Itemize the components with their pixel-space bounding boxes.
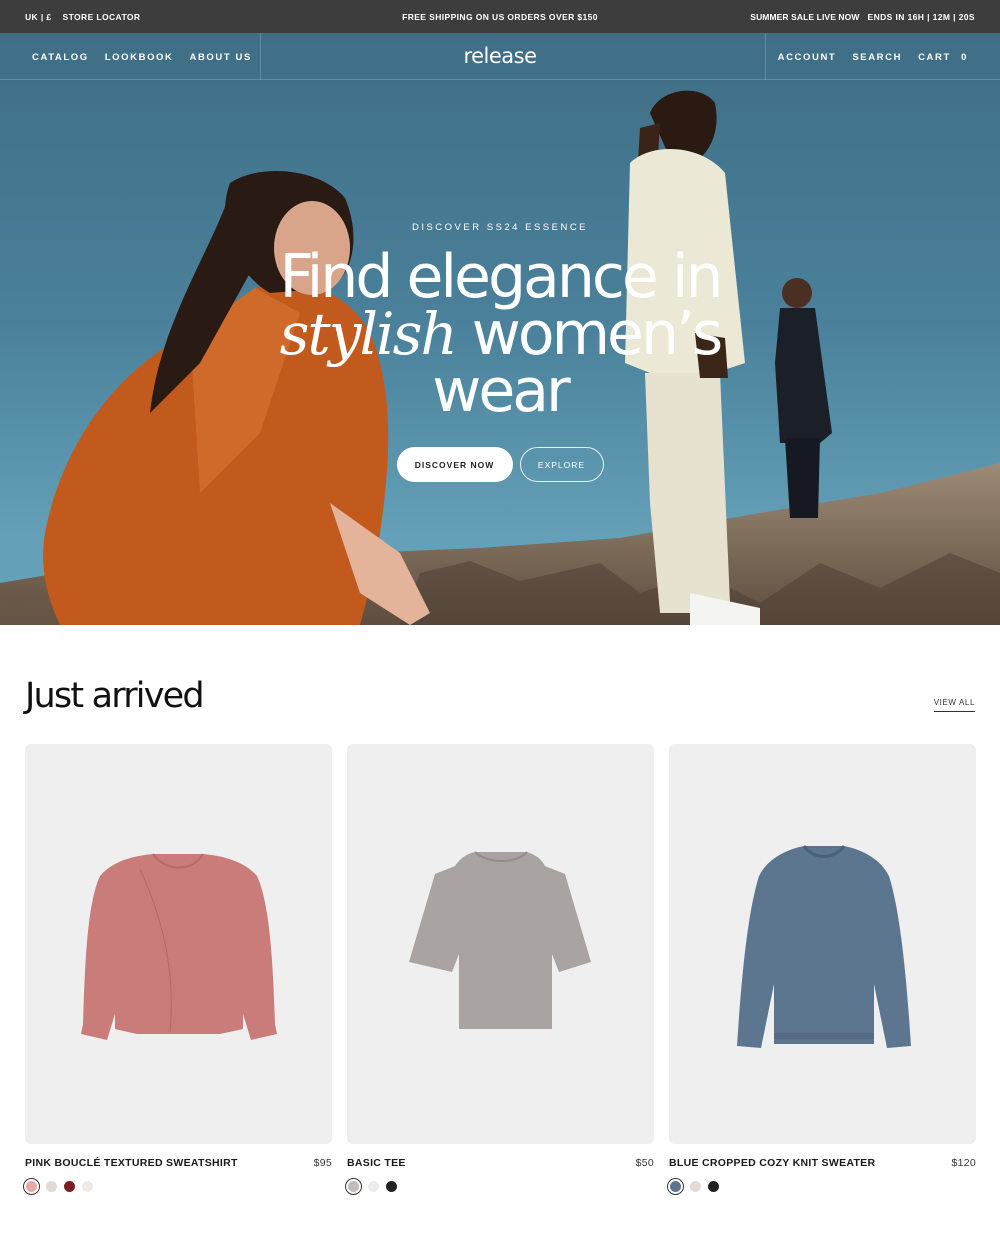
announcement-bar: UK | £ STORE LOCATOR FREE SHIPPING ON US… [0,0,1000,33]
color-swatch[interactable] [64,1181,75,1192]
headline-line-3: wear [432,356,570,426]
product-name[interactable]: BLUE CROPPED COZY KNIT SWEATER [669,1157,875,1169]
color-swatch[interactable] [348,1181,359,1192]
product-card[interactable]: BASIC TEE $50 [347,744,654,1192]
product-card[interactable]: BLUE CROPPED COZY KNIT SWEATER $120 [669,744,976,1192]
cart-label: CART [918,52,951,63]
cart-count: 0 [961,52,968,63]
nav-cart[interactable]: CART 0 [918,52,968,63]
grey-tee-icon [409,851,591,1029]
color-swatch[interactable] [670,1181,681,1192]
product-image[interactable] [25,744,332,1144]
blue-sweater-icon [737,845,911,1048]
color-swatch[interactable] [690,1181,701,1192]
hero-eyebrow: DISCOVER SS24 ESSENCE [411,222,589,233]
main-header: CATALOG LOOKBOOK ABOUT US release ACCOUN… [0,33,1000,80]
product-image[interactable] [669,744,976,1144]
color-swatch[interactable] [708,1181,719,1192]
color-swatch[interactable] [26,1181,37,1192]
pink-sweatshirt-icon [81,853,277,1040]
discover-now-button[interactable]: DISCOVER NOW [396,447,513,482]
explore-button[interactable]: EXPLORE [519,447,604,482]
color-swatch[interactable] [368,1181,379,1192]
view-all-link[interactable]: VIEW ALL [933,698,975,712]
product-price: $120 [951,1157,976,1169]
product-name[interactable]: PINK BOUCLÉ TEXTURED SWEATSHIRT [25,1157,238,1169]
nav-account[interactable]: ACCOUNT [778,52,837,63]
color-swatches [25,1181,332,1192]
headline-serif-word: stylish [279,300,458,368]
product-card[interactable]: PINK BOUCLÉ TEXTURED SWEATSHIRT $95 [25,744,332,1192]
product-image[interactable] [347,744,654,1144]
nav-search[interactable]: SEARCH [852,52,902,63]
product-price: $95 [313,1157,332,1169]
section-title: Just arrived [25,676,205,716]
color-swatch[interactable] [386,1181,397,1192]
sale-countdown: ENDS IN 16H | 12M | 20S [867,12,975,22]
nav-divider [765,33,766,80]
headline-line-1: Find elegance in [279,242,723,312]
hero-content: DISCOVER SS24 ESSENCE Find elegance in s… [0,33,1000,625]
color-swatches [669,1181,976,1192]
color-swatch[interactable] [46,1181,57,1192]
product-name[interactable]: BASIC TEE [347,1157,406,1169]
product-grid: PINK BOUCLÉ TEXTURED SWEATSHIRT $95 BASI… [25,744,976,1192]
headline-line-2: stylish women’s [0,304,1000,364]
sale-message[interactable]: SUMMER SALE LIVE NOW [750,12,859,22]
color-swatch[interactable] [82,1181,93,1192]
color-swatches [347,1181,654,1192]
product-price: $50 [635,1157,654,1169]
hero-headline: Find elegance in stylish women’s wear [0,242,1000,426]
